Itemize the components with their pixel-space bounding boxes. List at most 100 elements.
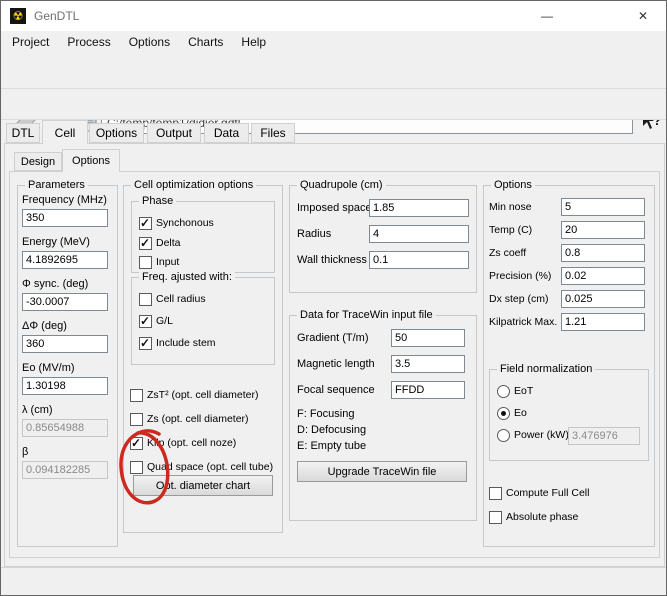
subtab-label: Options <box>72 155 110 167</box>
tab-files[interactable]: Files <box>251 123 295 143</box>
checkbox-label: Delta <box>156 237 181 249</box>
radio-circle <box>497 385 510 398</box>
imposed-space-input[interactable] <box>369 199 469 217</box>
checkbox-quad-space[interactable]: Quad space (opt. cell tube) <box>130 459 273 475</box>
toolbar: ? <box>1 53 666 89</box>
radio-power[interactable]: Power (kW) <box>497 427 569 443</box>
dx-step-input[interactable] <box>561 290 645 308</box>
energy-label: Energy (MeV) <box>22 236 90 248</box>
tab-dtl[interactable]: DTL <box>6 123 40 143</box>
delta-phi-input[interactable] <box>22 335 108 353</box>
checkbox-box <box>139 237 152 250</box>
energy-input[interactable] <box>22 251 108 269</box>
frequency-label: Frequency (MHz) <box>22 194 107 206</box>
subtab-options[interactable]: Options <box>62 149 120 172</box>
checkbox-label: Compute Full Cell <box>506 487 589 499</box>
min-nose-label: Min nose <box>489 201 532 213</box>
temp-label: Temp (C) <box>489 224 532 236</box>
checkbox-box <box>489 511 502 524</box>
radio-label: Eo <box>514 407 527 419</box>
close-button[interactable]: ✕ <box>620 1 666 31</box>
menu-project[interactable]: Project <box>3 31 58 53</box>
checkbox-zs[interactable]: Zs (opt. cell diameter) <box>130 411 249 427</box>
checkbox-zst2[interactable]: ZsT² (opt. cell diameter) <box>130 387 258 403</box>
kilpatrick-input[interactable] <box>561 313 645 331</box>
wall-thickness-input[interactable] <box>369 251 469 269</box>
radio-label: EoT <box>514 385 533 397</box>
zs-coeff-label: Zs coeff <box>489 247 526 259</box>
radio-eo[interactable]: Eo <box>497 405 527 421</box>
radio-eot[interactable]: EoT <box>497 383 533 399</box>
checkbox-label: Zs (opt. cell diameter) <box>147 413 249 425</box>
frequency-input[interactable] <box>22 209 108 227</box>
group-legend: Field normalization <box>497 363 595 375</box>
phi-sync-label: Φ sync. (deg) <box>22 278 88 290</box>
tab-cell[interactable]: Cell <box>42 120 88 144</box>
magnetic-length-input[interactable] <box>391 355 465 373</box>
group-legend: Cell optimization options <box>131 179 256 191</box>
zs-coeff-input[interactable] <box>561 244 645 262</box>
checkbox-kilp[interactable]: Kilp (opt. cell noze) <box>130 435 236 451</box>
group-legend: Freq. ajusted with: <box>139 271 235 283</box>
checkbox-box <box>139 337 152 350</box>
group-legend: Quadrupole (cm) <box>297 179 386 191</box>
wall-thickness-label: Wall thickness <box>297 254 367 266</box>
checkbox-include-stem[interactable]: Include stem <box>139 335 216 351</box>
focal-sequence-input[interactable] <box>391 381 465 399</box>
checkbox-box <box>139 256 152 269</box>
menu-charts[interactable]: Charts <box>179 31 232 53</box>
checkbox-label: Absolute phase <box>506 511 578 523</box>
checkbox-label: Input <box>156 256 179 268</box>
upgrade-tracewin-button[interactable]: Upgrade TraceWin file <box>297 461 467 482</box>
run-bar: [ DTL calculation ] <box>1 89 666 120</box>
checkbox-input[interactable]: Input <box>139 254 179 270</box>
power-input <box>568 427 640 445</box>
opt-diameter-chart-button[interactable]: Opt. diameter chart <box>133 475 273 496</box>
focal-sequence-label: Focal sequence <box>297 384 375 396</box>
radio-circle <box>497 429 510 442</box>
tab-label: Output <box>156 126 192 140</box>
checkbox-gl[interactable]: G/L <box>139 313 173 329</box>
group-legend: Options <box>491 179 535 191</box>
checkbox-label: Include stem <box>156 337 216 349</box>
checkbox-box <box>139 293 152 306</box>
checkbox-label: G/L <box>156 315 173 327</box>
checkbox-box <box>489 487 502 500</box>
radius-input[interactable] <box>369 225 469 243</box>
radiation-app-icon: ☢ <box>10 8 26 24</box>
checkbox-box <box>130 461 143 474</box>
checkbox-delta[interactable]: Delta <box>139 235 181 251</box>
lambda-input <box>22 419 108 437</box>
checkbox-synchonous[interactable]: Synchonous <box>139 215 214 231</box>
phi-sync-input[interactable] <box>22 293 108 311</box>
gradient-label: Gradient (T/m) <box>297 332 369 344</box>
subtab-design[interactable]: Design <box>14 152 62 171</box>
checkbox-absolute-phase[interactable]: Absolute phase <box>489 509 578 525</box>
precision-label: Precision (%) <box>489 270 551 282</box>
beta-input <box>22 461 108 479</box>
checkbox-box <box>130 413 143 426</box>
eo-input[interactable] <box>22 377 108 395</box>
checkbox-label: Synchonous <box>156 217 214 229</box>
checkbox-compute-full-cell[interactable]: Compute Full Cell <box>489 485 589 501</box>
beta-label: β <box>22 446 28 458</box>
group-legend: Phase <box>139 195 176 207</box>
defocusing-note: D: Defocusing <box>297 424 366 436</box>
dx-step-label: Dx step (cm) <box>489 293 549 305</box>
tab-data[interactable]: Data <box>204 123 249 143</box>
app-window: ☢ GenDTL — ✕ Project Process Options Cha… <box>0 0 667 596</box>
min-nose-input[interactable] <box>561 198 645 216</box>
tab-options[interactable]: Options <box>89 123 144 143</box>
minimize-button[interactable]: — <box>524 1 570 31</box>
menu-process[interactable]: Process <box>58 31 119 53</box>
precision-input[interactable] <box>561 267 645 285</box>
tab-label: Cell <box>55 126 76 140</box>
menu-help[interactable]: Help <box>232 31 275 53</box>
gradient-input[interactable] <box>391 329 465 347</box>
temp-input[interactable] <box>561 221 645 239</box>
tab-output[interactable]: Output <box>147 123 201 143</box>
menu-bar: Project Process Options Charts Help <box>1 31 667 53</box>
subtab-label: Design <box>21 156 55 168</box>
menu-options[interactable]: Options <box>120 31 179 53</box>
checkbox-cell-radius[interactable]: Cell radius <box>139 291 206 307</box>
